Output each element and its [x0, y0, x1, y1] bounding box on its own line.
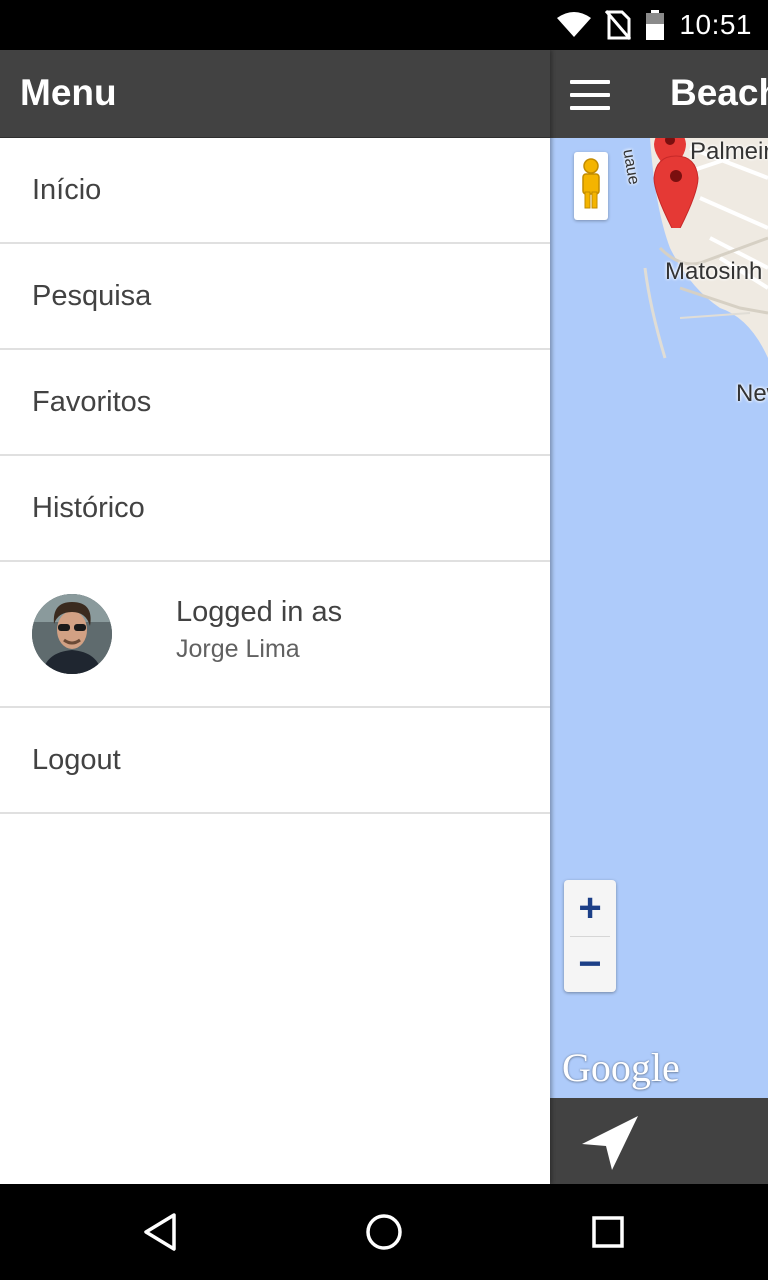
hamburger-menu-icon[interactable]	[570, 80, 610, 110]
drawer-menu-list: Início Pesquisa Favoritos Histórico Logg…	[0, 138, 550, 814]
back-icon[interactable]	[140, 1212, 180, 1252]
home-icon[interactable]	[364, 1212, 404, 1252]
wifi-icon	[557, 12, 592, 37]
drawer-item-label: Início	[32, 173, 102, 206]
drawer-title: Menu	[20, 72, 117, 113]
system-navigation-bar	[0, 1184, 768, 1280]
clock: 10:51	[679, 9, 752, 40]
drawer-item-inicio[interactable]: Início	[0, 138, 550, 244]
status-icons: 10:51	[557, 0, 752, 50]
drawer-item-label: Histórico	[32, 491, 145, 524]
zoom-controls: + −	[564, 880, 616, 992]
drawer-header: Menu	[0, 50, 550, 138]
recents-icon[interactable]	[588, 1212, 628, 1252]
map-label-new: New	[736, 380, 768, 407]
drawer-item-label: Favoritos	[32, 385, 152, 418]
status-bar: 10:51	[0, 0, 768, 50]
map-label-palmeira: Palmeir	[690, 138, 768, 165]
drawer-item-label: Logout	[32, 743, 121, 776]
drawer-user-profile[interactable]: Logged in as Jorge Lima	[0, 562, 550, 708]
app-title: Beach	[670, 72, 768, 113]
app-toolbar: Beach	[550, 50, 768, 138]
zoom-out-button[interactable]: −	[564, 936, 616, 992]
app-bottom-bar	[550, 1098, 768, 1184]
google-attribution[interactable]: Google	[562, 1044, 680, 1091]
user-text: Logged in as Jorge Lima	[176, 596, 342, 664]
user-caption: Logged in as	[176, 596, 343, 628]
drawer-item-favoritos[interactable]: Favoritos	[0, 350, 550, 456]
street-view-pegman-icon[interactable]	[574, 152, 608, 220]
map-view[interactable]: Palmeir Matosinh New uaue + − Google	[550, 138, 768, 1098]
drawer-item-pesquisa[interactable]: Pesquisa	[0, 244, 550, 350]
navigation-arrow-icon[interactable]	[580, 1114, 640, 1172]
avatar	[32, 594, 112, 674]
battery-icon	[646, 10, 665, 40]
drawer-item-historico[interactable]: Histórico	[0, 456, 550, 562]
drawer-item-logout[interactable]: Logout	[0, 708, 550, 814]
zoom-in-button[interactable]: +	[564, 880, 616, 936]
navigation-drawer: Menu Início Pesquisa Favoritos Histórico	[0, 50, 550, 1184]
user-name: Jorge Lima	[176, 635, 300, 663]
drawer-item-label: Pesquisa	[32, 279, 152, 312]
map-label-matosinhos: Matosinh	[665, 258, 763, 285]
no-sim-icon	[605, 10, 632, 40]
